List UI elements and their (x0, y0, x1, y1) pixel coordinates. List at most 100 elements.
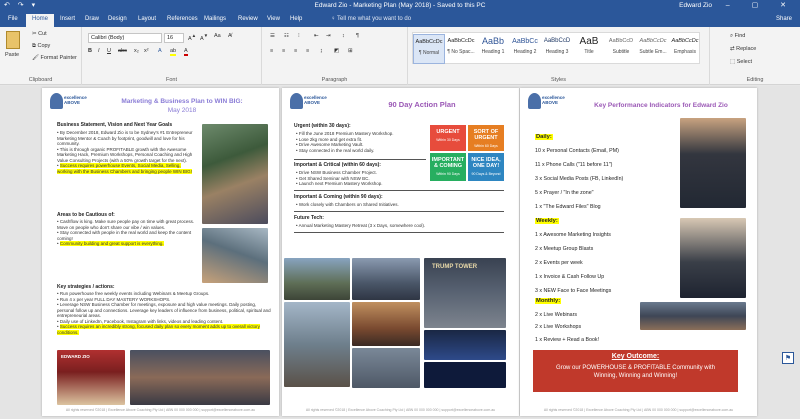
skyline-photo (284, 258, 350, 300)
paste-button[interactable]: Paste (5, 52, 19, 58)
tab-help[interactable]: Help (290, 16, 302, 22)
tab-mailings[interactable]: Mailings (204, 16, 226, 22)
tab-design[interactable]: Design (108, 16, 127, 22)
font-name-select[interactable]: Calibri (Body) (88, 33, 162, 43)
format-painter-button[interactable]: 🖌 Format Painter (32, 55, 77, 61)
group-photo (202, 228, 268, 283)
style-normal[interactable]: AaBbCcDc ¶ Normal (413, 34, 445, 64)
line-spacing-icon[interactable]: ↨ (320, 48, 323, 54)
borders-icon[interactable]: ⊞ (348, 48, 353, 54)
copy-button[interactable]: ⧉ Copy (32, 43, 50, 50)
decrease-indent-icon[interactable]: ⇤ (314, 33, 319, 39)
user-name[interactable]: Edward Zio (679, 2, 712, 9)
list-item: • Launch next Premium Mastery Workshop. (296, 181, 383, 186)
divider (294, 190, 504, 191)
kpi-item: 2 x Live Webinars (535, 312, 578, 318)
italic-icon[interactable]: I (98, 48, 100, 54)
show-marks-icon[interactable]: ¶ (356, 33, 359, 39)
styles-label: Styles (551, 77, 566, 83)
align-left-icon[interactable]: ≡ (270, 48, 273, 54)
style-no-spacing[interactable]: AaBbCcDc ¶ No Spac... (445, 34, 477, 64)
change-case-icon[interactable]: Aa (214, 33, 221, 39)
page-title: Marketing & Business Plan to WIN BIG: (121, 98, 243, 105)
cut-button[interactable]: ✂ Cut (32, 31, 47, 37)
tab-home[interactable]: Home (26, 14, 55, 27)
superscript-icon[interactable]: x² (144, 48, 149, 54)
tab-insert[interactable]: Insert (60, 16, 75, 22)
mascot-icon (290, 93, 303, 109)
kpi-item: 3 x NEW Face to Face Meetings (535, 288, 612, 294)
bullet-list: • Fill the June 2018 Premium Mastery Wor… (296, 131, 426, 153)
numbering-icon[interactable]: ☷ (284, 33, 289, 39)
tab-view[interactable]: View (267, 16, 280, 22)
section-heading: Future Tech: (294, 215, 324, 221)
replace-button[interactable]: ⇄ Replace (730, 46, 756, 52)
grow-font-icon[interactable]: A▲ (188, 33, 196, 42)
text-effects-icon[interactable]: A (158, 48, 162, 54)
multilevel-list-icon[interactable]: ⁝ (298, 33, 300, 39)
page-title: 90 Day Action Plan (388, 100, 456, 109)
shading-icon[interactable]: ◩ (334, 48, 339, 54)
style-title[interactable]: AaB Title (573, 34, 605, 64)
list-item: • Leverage NSW Business Chamber for meet… (57, 302, 271, 318)
outcome-text: Grow our POWERHOUSE & PROFITABLE Communi… (556, 365, 715, 371)
select-button[interactable]: ⬚ Select (730, 59, 752, 65)
strikethrough-icon[interactable]: abc (118, 48, 127, 54)
paragraph-group: ☰ ☷ ⁝ ⇤ ⇥ ↕ ¶ ≡ ≡ ≡ ≡ ↨ ◩ ⊞ Paragraph (262, 27, 408, 85)
bullet-list: • Cashflow is king. Make sure people pay… (57, 219, 197, 247)
style-heading-2[interactable]: AaBbCc Heading 2 (509, 34, 541, 64)
tab-references[interactable]: References (167, 16, 198, 22)
increase-indent-icon[interactable]: ⇥ (326, 33, 331, 39)
bookmark-icon[interactable]: ⚑ (782, 352, 794, 364)
subscript-icon[interactable]: x₂ (134, 48, 139, 54)
kpi-item: 1 x Awesome Marketing Insights (535, 232, 611, 238)
paste-icon[interactable] (6, 31, 20, 49)
tab-layout[interactable]: Layout (138, 16, 156, 22)
find-button[interactable]: ⌕ Find (730, 33, 745, 40)
tab-draw[interactable]: Draw (85, 16, 99, 22)
font-color-icon[interactable]: A (184, 48, 188, 56)
window-controls[interactable]: – ▢ ✕ (726, 1, 796, 9)
sort-icon[interactable]: ↕ (342, 33, 345, 39)
divider (294, 232, 504, 233)
document-area[interactable]: excellence ABOVE Marketing & Business Pl… (0, 86, 800, 419)
ribbon-tabs: File Home Insert Draw Design Layout Refe… (0, 13, 800, 27)
bullet-list: • Run powerhouse free weekly events incl… (57, 291, 272, 335)
font-label: Font (165, 77, 177, 83)
bold-icon[interactable]: B (88, 48, 92, 54)
mascot-icon (50, 93, 63, 109)
page-subtitle: May 2018 (167, 107, 197, 114)
style-subtitle[interactable]: AaBbCcD Subtitle (605, 34, 637, 64)
list-item: • Work closely with Chambers on Shared I… (296, 202, 399, 207)
style-heading-1[interactable]: AaBb Heading 1 (477, 34, 509, 64)
underline-icon[interactable]: U (107, 48, 111, 54)
align-center-icon[interactable]: ≡ (282, 48, 285, 54)
sort-of-urgent-quadrant: SORT OF URGENT Within 60 Days (468, 125, 504, 151)
share-button[interactable]: Share (776, 16, 792, 22)
divider (294, 211, 504, 212)
section-heading: Urgent (within 30 days): (294, 123, 351, 129)
style-emphasis[interactable]: AaBbCcDc Emphasis (669, 34, 701, 64)
align-right-icon[interactable]: ≡ (294, 48, 297, 54)
list-item: • Success requires powerhouse Events, So… (57, 163, 192, 174)
tell-me-search[interactable]: ♀ Tell me what you want to do (331, 16, 411, 22)
clear-format-icon[interactable]: A̸ (228, 33, 232, 39)
style-heading-3[interactable]: AaBbCcD Heading 3 (541, 34, 573, 64)
section-heading: Important & Critical (within 60 days): (294, 162, 381, 168)
page-footer: All rights reserved ©2018 | Excellence A… (543, 408, 734, 412)
shrink-font-icon[interactable]: A▼ (200, 33, 208, 42)
tab-file[interactable]: File (8, 16, 18, 22)
tab-review[interactable]: Review (238, 16, 258, 22)
bullet-list: • Work closely with Chambers on Shared I… (296, 202, 496, 208)
highlight-icon[interactable]: ab (170, 48, 177, 56)
company-logo: excellence ABOVE (50, 93, 90, 115)
bullets-icon[interactable]: ☰ (270, 33, 275, 39)
bullet-list: • By December 2018, Edward Zio is to be … (57, 130, 197, 174)
font-size-select[interactable]: 16 (164, 33, 184, 43)
justify-icon[interactable]: ≡ (306, 48, 309, 54)
urgent-quadrant: URGENT Within 30 Days (430, 125, 466, 151)
divider (294, 159, 426, 160)
kpi-item: 2 x Live Workshops (535, 324, 582, 330)
page-footer: All rights reserved ©2018 | Excellence A… (65, 408, 256, 412)
style-subtle-emphasis[interactable]: AaBbCcDc Subtle Em... (637, 34, 669, 64)
